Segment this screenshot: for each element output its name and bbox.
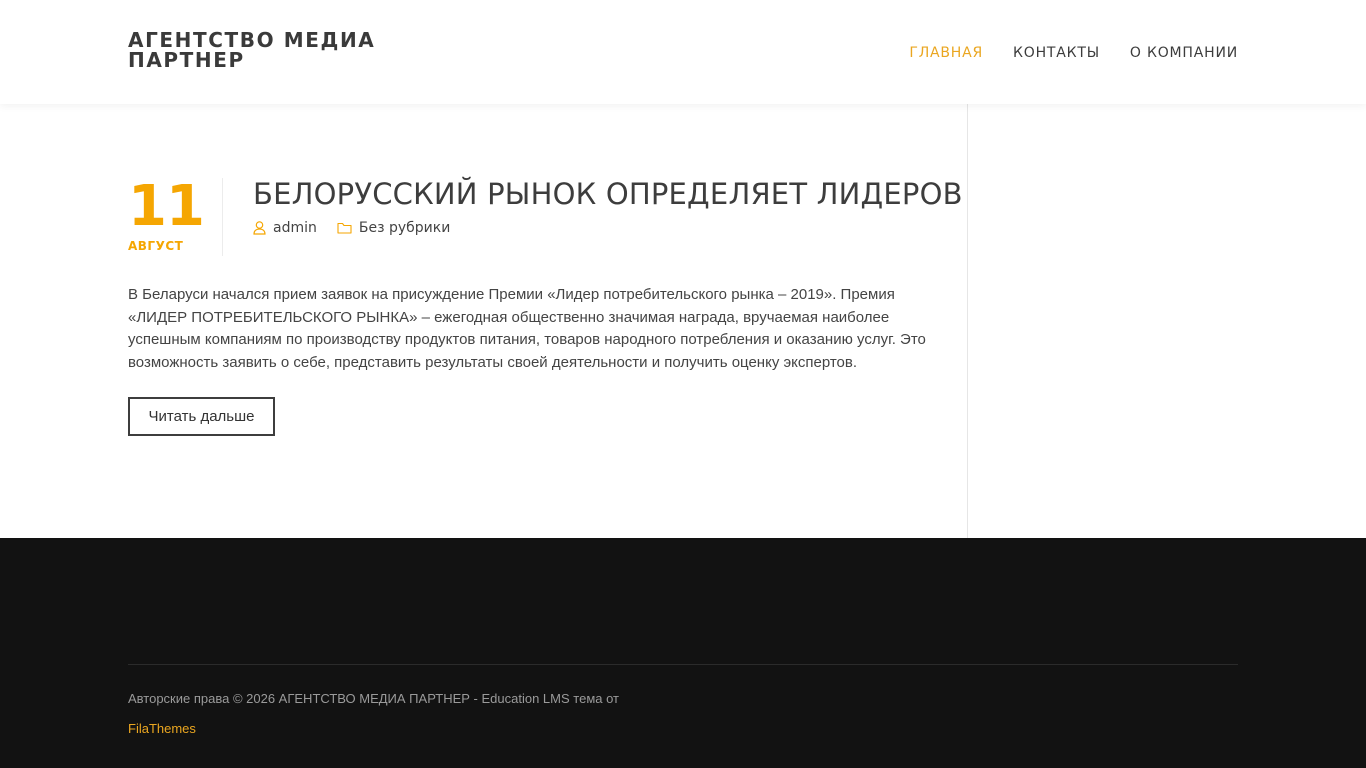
folder-icon (337, 222, 352, 234)
footer-divider (128, 664, 1238, 665)
copyright-text: Авторские права © 2026 АГЕНТСТВО МЕДИА П… (128, 691, 619, 706)
post-meta: admin Без рубрики (253, 220, 470, 236)
post-date-day: 11 (128, 174, 205, 239)
sidebar-divider (967, 104, 968, 538)
post-author-link[interactable]: admin (273, 220, 317, 236)
main-nav: ГЛАВНАЯ КОНТАКТЫ О КОМПАНИИ (909, 44, 1238, 62)
post-author: admin (253, 220, 317, 236)
theme-credit-link[interactable]: FilaThemes (128, 721, 196, 736)
logo-line-1: АГЕНТСТВО МЕДИА (128, 28, 376, 52)
nav-item-home[interactable]: ГЛАВНАЯ (909, 44, 983, 62)
main-content: 11 АВГУСТ БЕЛОРУССКИЙ РЫНОК ОПРЕДЕЛЯЕТ Л… (0, 104, 1366, 538)
post-date: 11 АВГУСТ (128, 178, 223, 256)
site-header: АГЕНТСТВО МЕДИА ПАРТНЕР ГЛАВНАЯ КОНТАКТЫ… (0, 0, 1366, 104)
user-icon (253, 221, 266, 235)
post-category-link[interactable]: Без рубрики (359, 220, 450, 236)
post-date-month: АВГУСТ (128, 239, 184, 253)
read-more-button[interactable]: Читать дальше (128, 397, 275, 436)
post-excerpt: В Беларуси начался прием заявок на прису… (128, 286, 926, 371)
post-title[interactable]: БЕЛОРУССКИЙ РЫНОК ОПРЕДЕЛЯЕТ ЛИДЕРОВ (253, 174, 963, 214)
post-category: Без рубрики (337, 220, 450, 236)
site-logo[interactable]: АГЕНТСТВО МЕДИА ПАРТНЕР (128, 30, 375, 70)
nav-item-about[interactable]: О КОМПАНИИ (1130, 44, 1238, 62)
logo-line-2: ПАРТНЕР (128, 48, 245, 72)
nav-item-contacts[interactable]: КОНТАКТЫ (1013, 44, 1100, 62)
site-footer: Авторские права © 2026 АГЕНТСТВО МЕДИА П… (0, 538, 1366, 768)
